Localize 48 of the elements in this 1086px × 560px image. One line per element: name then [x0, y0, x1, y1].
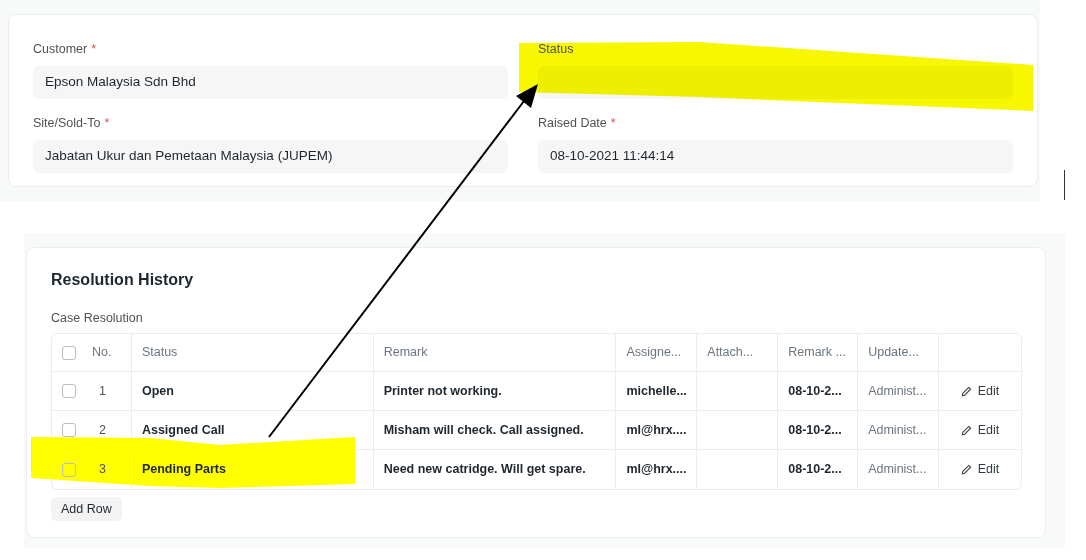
table-cell-text: Assigned Call	[141, 421, 225, 439]
table-cell-text: 08-10-2...	[788, 461, 842, 479]
checkbox[interactable]	[62, 462, 76, 477]
row-number: 2	[99, 421, 106, 439]
table-label: Case Resolution	[51, 310, 144, 326]
required-mark: *	[610, 115, 616, 131]
pencil-icon	[960, 424, 972, 436]
edit-button[interactable]: Edit	[960, 460, 1000, 479]
input-field[interactable]	[538, 66, 1013, 99]
table-cell-text: ml@hrx....	[626, 461, 687, 479]
table-cell-text: Need new catridge. Will get spare.	[383, 461, 586, 479]
column-header: Remark	[383, 344, 428, 362]
required-mark: *	[91, 41, 97, 57]
required-mark: *	[104, 115, 110, 131]
column-header: Attach...	[707, 344, 754, 362]
edit-button[interactable]: Edit	[960, 420, 1000, 440]
column-header: Update...	[868, 344, 919, 362]
column-header: Status	[141, 344, 178, 362]
table-cell-text: Open	[141, 382, 174, 400]
field-label: Status	[538, 41, 574, 57]
checkbox[interactable]	[62, 384, 76, 398]
column-header: No.	[92, 344, 112, 362]
table-cell-text: 08-10-2...	[788, 382, 842, 400]
input-field[interactable]: Jabatan Ukur dan Pemetaan Malaysia (JUPEM)	[33, 140, 508, 173]
pencil-icon	[960, 464, 972, 475]
column-header: Assigne...	[626, 344, 682, 362]
field-label: Customer	[33, 41, 88, 57]
row-number: 1	[99, 382, 106, 400]
row-number: 3	[99, 461, 106, 479]
table-cell-text: Administ...	[868, 382, 927, 400]
field-label: Site/Sold-To	[33, 115, 101, 131]
table-cell-text: Administ...	[868, 461, 927, 479]
add-row-button[interactable]: Add Row	[51, 497, 122, 521]
table-cell-text: Printer not working.	[383, 382, 502, 400]
section-title: Resolution History	[51, 270, 195, 290]
table-cell-text: Administ...	[868, 421, 927, 439]
table-cell-text: Pending Parts	[141, 461, 226, 479]
table-cell-text: michelle...	[626, 382, 687, 400]
table-cell-text: ml@hrx....	[626, 421, 687, 439]
edit-button[interactable]: Edit	[960, 381, 1000, 401]
input-field[interactable]: Epson Malaysia Sdn Bhd	[33, 66, 508, 99]
table-cell-text: Misham will check. Call assigned.	[383, 421, 584, 439]
pencil-icon	[960, 385, 972, 397]
input-field[interactable]: 08-10-2021 11:44:14	[538, 140, 1013, 173]
field-label: Raised Date	[538, 115, 607, 131]
column-header: Remark ...	[788, 344, 846, 362]
checkbox[interactable]	[62, 345, 76, 360]
table-cell-text: 08-10-2...	[788, 421, 842, 439]
